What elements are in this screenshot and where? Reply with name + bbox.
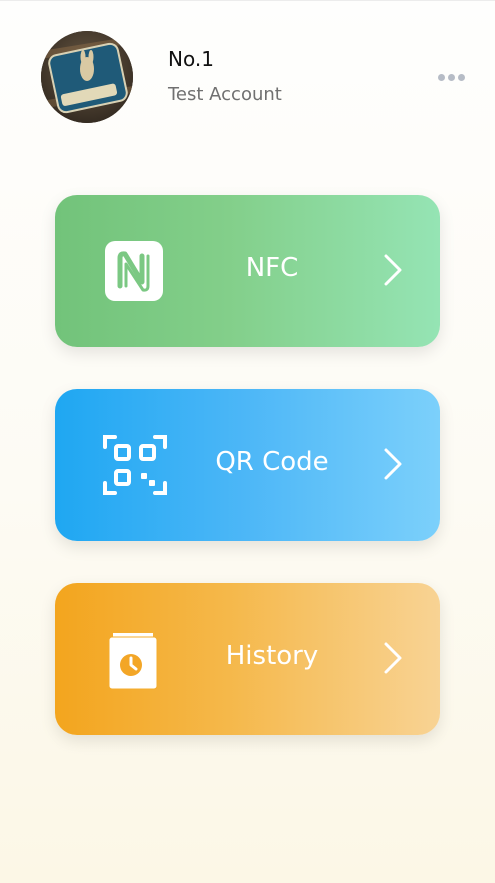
avatar[interactable] — [41, 31, 133, 123]
nfc-button[interactable]: NFC — [55, 195, 440, 347]
nfc-label: NFC — [245, 253, 299, 283]
qr-code-label: QR Code — [215, 447, 329, 477]
profile-header: No.1 Test Account — [0, 0, 495, 150]
chevron-right-icon — [381, 253, 405, 287]
chevron-right-icon — [381, 641, 405, 675]
account-subtitle: Test Account — [168, 84, 282, 105]
chevron-right-icon — [381, 447, 405, 481]
history-book-icon — [103, 627, 167, 691]
user-name: No.1 — [168, 47, 214, 71]
more-dots-icon[interactable] — [430, 66, 472, 88]
history-button[interactable]: History — [55, 583, 440, 735]
history-label: History — [225, 641, 319, 671]
nfc-icon — [103, 239, 167, 303]
avatar-image — [41, 31, 133, 123]
qr-scan-icon — [103, 433, 167, 497]
qr-code-button[interactable]: QR Code — [55, 389, 440, 541]
